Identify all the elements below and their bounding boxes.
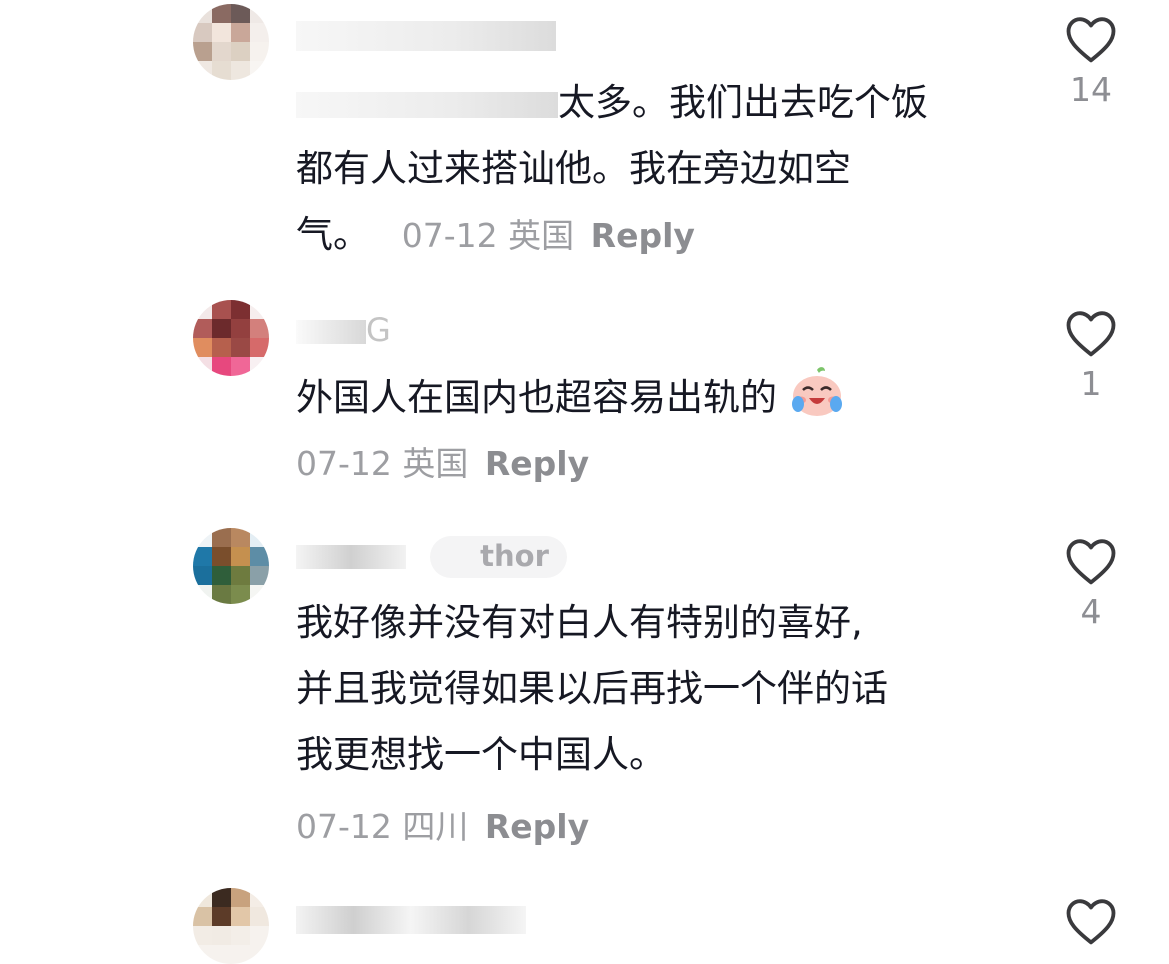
redacted-username — [296, 906, 526, 934]
avatar[interactable] — [193, 528, 269, 604]
crying-laughing-face-emoji — [791, 367, 842, 416]
comment-line: 都有人过来搭讪他。我在旁边如空 — [296, 147, 851, 190]
avatar[interactable] — [193, 888, 269, 964]
comment-location: 四川 — [402, 807, 469, 846]
avatar[interactable] — [193, 300, 269, 376]
comment-meta: 07-12 四川 Reply — [296, 794, 996, 860]
comment-date: 07-12 — [296, 807, 392, 846]
like-button[interactable] — [1060, 896, 1122, 946]
like-count: 1 — [1080, 364, 1102, 403]
like-count: 4 — [1080, 592, 1102, 631]
heart-outline-icon — [1066, 311, 1116, 357]
comment-meta: 07-12 英国 Reply — [296, 431, 996, 497]
like-count: 14 — [1070, 70, 1112, 109]
username[interactable]: thor — [296, 536, 567, 578]
heart-outline-icon — [1066, 539, 1116, 585]
comment-line: 太多。我们出去吃个饭 — [558, 81, 928, 124]
like-button[interactable]: 4 — [1060, 536, 1122, 631]
username[interactable] — [296, 16, 556, 52]
comment-line: 我更想找一个中国人。 — [296, 733, 666, 776]
comment-line: 并且我觉得如果以后再找一个伴的话 — [296, 667, 888, 710]
comment-line: 我好像并没有对白人有特别的喜好, — [296, 601, 863, 644]
redacted-text — [296, 91, 558, 118]
author-badge: thor — [430, 536, 567, 578]
reply-button[interactable]: Reply — [485, 444, 589, 483]
comment-line: 气。 — [296, 213, 370, 256]
username[interactable]: G — [296, 312, 391, 348]
like-button[interactable]: 14 — [1060, 14, 1122, 109]
reply-button[interactable]: Reply — [591, 216, 695, 255]
heart-outline-icon — [1066, 899, 1116, 945]
redacted-username — [296, 21, 556, 51]
username[interactable] — [296, 900, 526, 936]
like-button[interactable]: 1 — [1060, 308, 1122, 403]
reply-button[interactable]: Reply — [485, 807, 589, 846]
comment-date: 07-12 — [401, 216, 498, 255]
comment-text: 太多。我们出去吃个饭 都有人过来搭讪他。我在旁边如空 气。 07-12 英国 R… — [296, 70, 996, 269]
redacted-username — [296, 320, 366, 344]
avatar[interactable] — [193, 4, 269, 80]
comment-line: 外国人在国内也超容易出轨的 — [296, 376, 777, 419]
comment-date: 07-12 — [296, 444, 392, 483]
heart-outline-icon — [1066, 17, 1116, 63]
comment-text: 外国人在国内也超容易出轨的 07-12 英国 Reply — [296, 364, 996, 497]
comment-location: 英国 — [402, 444, 469, 483]
comment-location: 英国 — [508, 216, 575, 255]
comment-meta: 07-12 英国 Reply — [402, 216, 695, 255]
comment-text: 我好像并没有对白人有特别的喜好, 并且我觉得如果以后再找一个伴的话 我更想找一个… — [296, 590, 996, 860]
redacted-username — [296, 545, 406, 569]
